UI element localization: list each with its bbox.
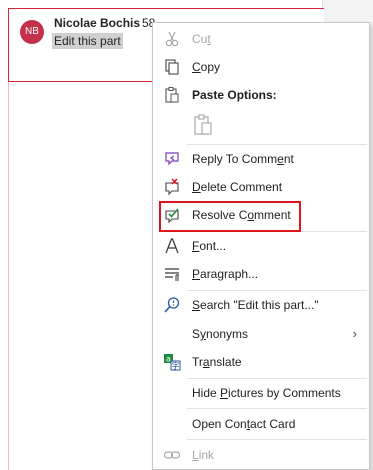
menu-item-label: Link [192,448,215,462]
menu-item-label: Paragraph... [192,267,259,281]
menu-item-label: Synonyms [192,327,249,341]
menu-item-label: Reply To Comment [192,152,294,166]
copy-icon [163,58,181,76]
menu-item-label: Translate [192,355,242,369]
menu-item-delete-comment[interactable]: Delete Comment [153,173,369,201]
chevron-right-icon: › [352,326,357,341]
menu-item-label: Copy [192,60,221,74]
menu-item-label: Paste Options: [192,88,277,102]
paste-options-header: Paste Options: [153,81,369,109]
menu-separator [187,408,367,409]
comment-text[interactable]: Edit this part [52,33,123,49]
menu-item-label: Open Contact Card [192,417,296,431]
menu-item-copy[interactable]: Copy [153,53,369,81]
scissors-icon [163,30,181,48]
search-icon [163,296,181,314]
menu-item-label: Delete Comment [192,180,283,194]
clipboard-icon [163,86,181,104]
paste-keep-text-button[interactable] [191,113,215,137]
paragraph-icon [163,265,181,283]
menu-item-paragraph[interactable]: Paragraph... [153,260,369,288]
svg-text:字: 字 [172,361,180,371]
menu-item-label: Font... [192,239,227,253]
menu-separator [187,439,367,440]
annotation-highlight-box [159,201,301,232]
font-icon [163,237,181,255]
comment-thread-rail [8,82,9,470]
menu-item-synonyms[interactable]: Synonyms › [153,320,369,348]
menu-item-open-contact-card[interactable]: Open Contact Card [153,410,369,438]
link-icon [163,446,181,464]
avatar: NB [20,20,44,44]
context-menu: Cut Copy Paste Options: Reply To Comment… [152,22,370,470]
menu-item-label: Cut [192,32,211,46]
comment-author: Nicolae Bochis [54,16,141,30]
menu-item-hide-pictures[interactable]: Hide Pictures by Comments [153,379,369,407]
menu-item-label: Hide Pictures by Comments [192,386,341,400]
menu-item-translate[interactable]: a字 Translate [153,348,369,376]
menu-item-search[interactable]: Search "Edit this part..." [153,291,369,319]
delete-comment-icon [163,178,181,196]
translate-icon: a字 [163,353,181,371]
reply-comment-icon [163,150,181,168]
menu-item-link[interactable]: Link [153,441,369,469]
menu-item-label: Search "Edit this part..." [192,298,319,312]
menu-item-reply-to-comment[interactable]: Reply To Comment [153,145,369,173]
svg-text:a: a [166,355,171,364]
menu-item-font[interactable]: Font... [153,232,369,260]
menu-item-cut[interactable]: Cut [153,25,369,53]
